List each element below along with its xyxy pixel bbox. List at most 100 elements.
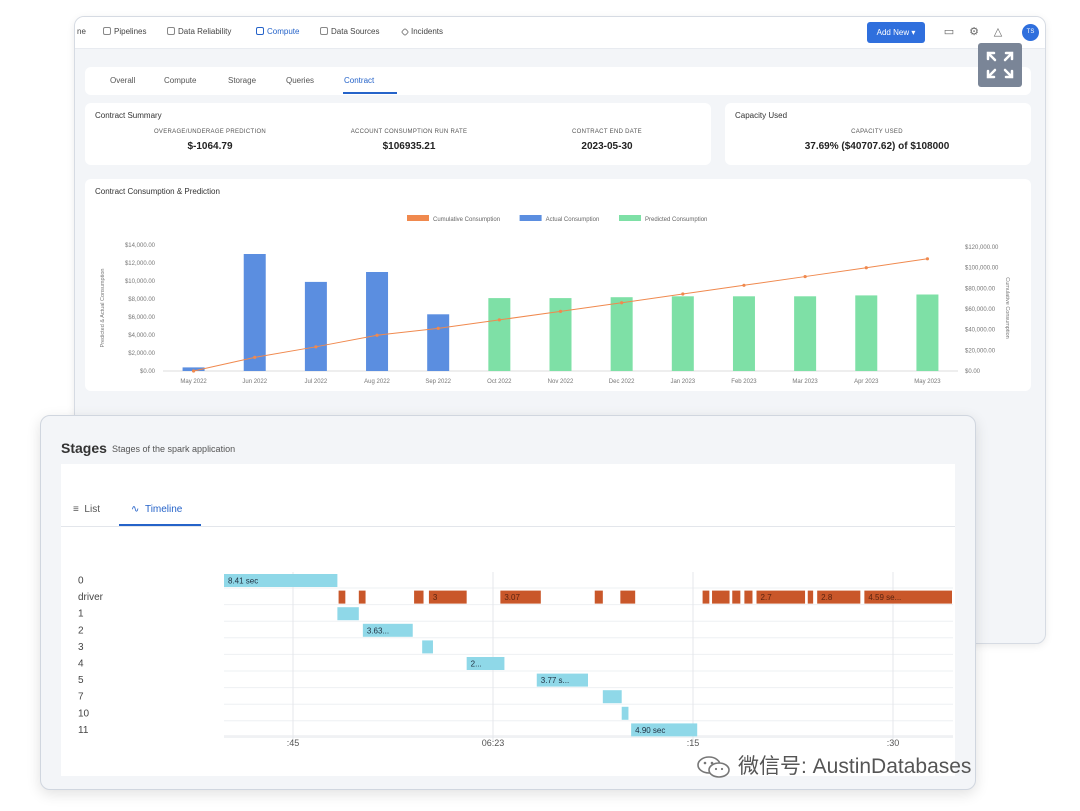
y2-tick-label: $0.00 <box>965 369 981 375</box>
capacity-card: Capacity Used CAPACITY USED 37.69% ($407… <box>725 103 1031 165</box>
timeline-bar-label: 4.59 se... <box>868 593 901 602</box>
bar <box>427 314 450 371</box>
bar <box>243 254 266 371</box>
x-tick-label: :30 <box>887 738 900 748</box>
data-reliability-icon <box>167 27 175 35</box>
cumulative-point <box>314 345 318 349</box>
tab-compute[interactable]: Compute <box>164 76 196 85</box>
watermark-text: 微信号: AustinDatabases <box>738 755 972 778</box>
bar <box>304 281 327 371</box>
timeline-bar-label: 2.8 <box>821 593 833 602</box>
y2-tick-label: $40,000.00 <box>965 328 996 334</box>
nav-item-data-sources[interactable]: Data Sources <box>320 27 379 36</box>
x-tick-label: Jan 2023 <box>670 379 695 385</box>
metric-label: OVERAGE/UNDERAGE PREDICTION <box>153 129 267 135</box>
y-axis-label: Predicted & Actual Consumption <box>100 269 106 348</box>
x-tick-label: Oct 2022 <box>487 379 512 385</box>
tab-storage[interactable]: Storage <box>228 76 256 85</box>
tab-queries[interactable]: Queries <box>286 76 314 85</box>
cumulative-point <box>681 292 685 296</box>
add-new-button[interactable]: Add New ▾ <box>867 22 925 43</box>
timeline-bar <box>621 706 629 720</box>
expand-icon <box>986 51 1014 79</box>
nav-label: Compute <box>267 27 300 36</box>
y-tick-label: $10,000.00 <box>125 279 156 285</box>
timeline-bar-label: 3.77 s... <box>541 676 569 685</box>
capacity-metric: CAPACITY USED 37.69% ($40707.62) of $108… <box>752 129 1002 152</box>
timeline-bar <box>414 590 424 604</box>
x-tick-label: Apr 2023 <box>854 379 879 385</box>
expand-button[interactable] <box>978 43 1022 87</box>
watermark: 微信号: AustinDatabases <box>696 750 971 780</box>
y-tick-label: $8,000.00 <box>128 297 155 303</box>
timeline-bar-label: 4.90 sec <box>635 726 665 735</box>
x-tick-label: Dec 2022 <box>609 379 635 385</box>
run-rate-metric: ACCOUNT CONSUMPTION RUN RATE $106935.21 <box>319 129 499 152</box>
timeline-bar-label: 3 <box>433 593 438 602</box>
stages-subtitle: Stages of the spark application <box>112 444 236 454</box>
subtab-bar: Overall Compute Storage Queries Contract <box>85 67 1031 95</box>
timeline-bar <box>620 590 636 604</box>
bar <box>794 296 817 371</box>
y2-axis-label: Cumulative Consumption <box>1004 277 1010 338</box>
row-label: 5 <box>78 675 84 686</box>
legend-label: Cumulative Consumption <box>433 217 500 223</box>
metric-label: CAPACITY USED <box>851 129 903 135</box>
bar <box>488 298 511 371</box>
timeline-bar <box>338 590 346 604</box>
timeline-bar <box>337 607 359 621</box>
metric-value: 2023-05-30 <box>581 141 633 152</box>
bar <box>549 298 572 371</box>
x-tick-label: Feb 2023 <box>731 379 757 385</box>
nav-label: Data Sources <box>331 27 380 36</box>
nav-label: ne <box>77 27 86 36</box>
tab-overall[interactable]: Overall <box>110 76 135 85</box>
nav-item-pipelines[interactable]: Pipelines <box>103 27 146 36</box>
nav-label: Data Reliability <box>178 27 232 36</box>
legend-swatch <box>619 215 641 221</box>
consumption-chart-card: Contract Consumption & Prediction Cumula… <box>85 179 1031 391</box>
incidents-icon <box>400 27 410 37</box>
x-tick-label: Jun 2022 <box>242 379 267 385</box>
row-label: 10 <box>78 708 90 719</box>
stages-title: Stages <box>61 440 107 456</box>
nav-item-partial[interactable]: ne <box>77 27 86 36</box>
row-label: 3 <box>78 642 84 653</box>
gear-icon[interactable]: ⚙ <box>968 26 980 38</box>
timeline-bar <box>602 690 622 704</box>
y2-tick-label: $20,000.00 <box>965 348 996 354</box>
row-label: 0 <box>78 576 84 587</box>
row-label: 4 <box>78 659 84 670</box>
monitor-icon[interactable]: ▭ <box>943 26 955 38</box>
tab-contract[interactable]: Contract <box>344 76 374 85</box>
avatar[interactable]: TS <box>1022 24 1039 41</box>
timeline-bar <box>744 590 753 604</box>
y2-tick-label: $120,000.00 <box>965 245 999 251</box>
nav-item-data-reliability[interactable]: Data Reliability <box>167 27 231 36</box>
legend-label: Predicted Consumption <box>645 217 707 223</box>
compute-icon <box>256 27 264 35</box>
x-tick-label: :45 <box>287 738 300 748</box>
legend-swatch <box>407 215 429 221</box>
y2-tick-label: $60,000.00 <box>965 307 996 313</box>
row-label: 11 <box>78 725 89 736</box>
timeline-bar-label: 3.63... <box>367 626 389 635</box>
timeline-bar <box>422 640 433 654</box>
bar <box>732 296 755 371</box>
metric-value: $106935.21 <box>382 141 436 152</box>
nav-item-incidents[interactable]: Incidents <box>400 27 443 37</box>
x-tick-label: May 2022 <box>180 379 207 385</box>
nav-item-compute[interactable]: Compute <box>256 27 299 36</box>
x-tick-label: :15 <box>687 738 700 748</box>
timeline-bar <box>358 590 366 604</box>
cumulative-point <box>803 274 807 279</box>
y-tick-label: $14,000.00 <box>125 243 156 249</box>
bell-icon[interactable]: △ <box>992 26 1004 38</box>
timeline-bar <box>702 590 710 604</box>
bar <box>366 272 389 371</box>
cumulative-point <box>375 333 379 337</box>
row-label: 7 <box>78 692 84 703</box>
cumulative-point <box>558 309 563 313</box>
overage-metric: OVERAGE/UNDERAGE PREDICTION $-1064.79 <box>120 129 300 152</box>
capacity-title: Capacity Used <box>735 111 788 120</box>
